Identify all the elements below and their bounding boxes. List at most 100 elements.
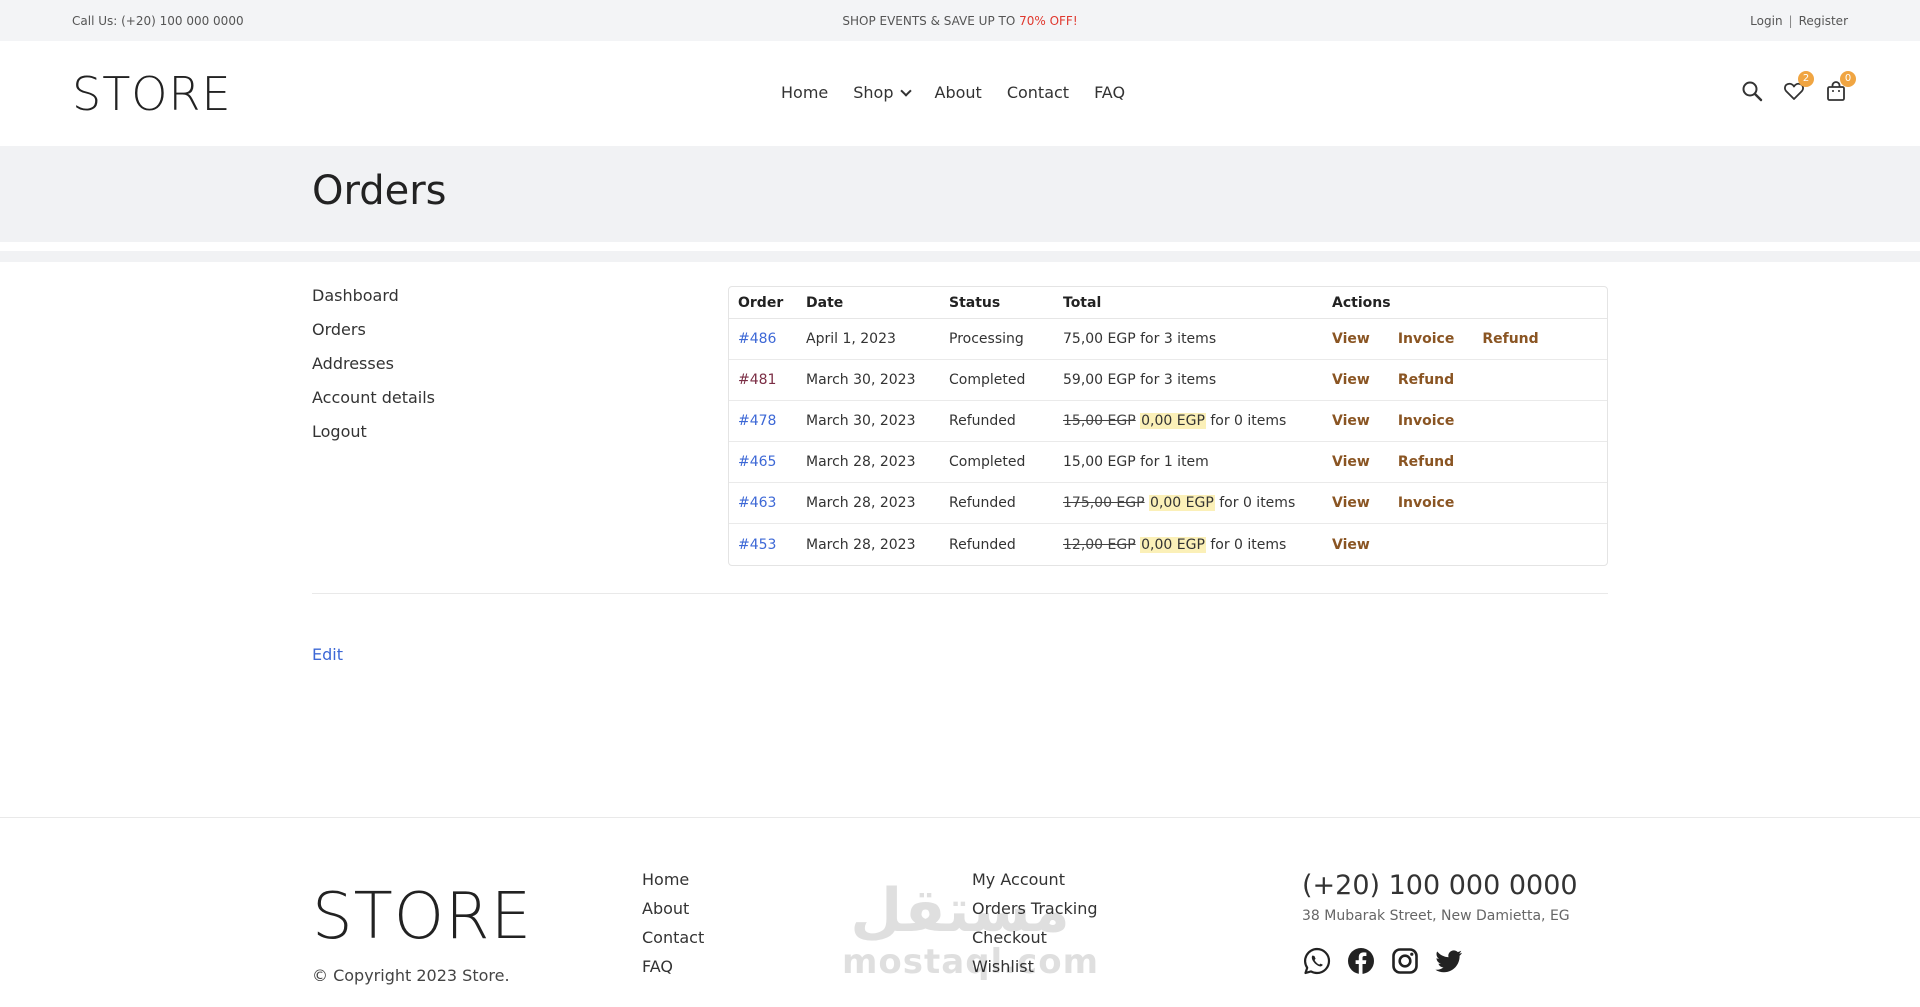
cart-button[interactable]: 0 bbox=[1824, 71, 1856, 103]
login-link[interactable]: Login bbox=[1750, 14, 1782, 28]
order-action-view-button[interactable]: View bbox=[1332, 537, 1370, 553]
order-action-invoice-button[interactable]: Invoice bbox=[1398, 495, 1455, 511]
orders-table-container: Order Date Status Total Actions #486 Apri… bbox=[728, 286, 1608, 566]
order-actions: View Refund bbox=[1323, 442, 1607, 483]
footer-link-orders-tracking[interactable]: Orders Tracking bbox=[972, 899, 1098, 918]
order-date: March 30, 2023 bbox=[797, 360, 940, 401]
instagram-icon[interactable] bbox=[1390, 946, 1420, 976]
promo-banner: SHOP EVENTS & SAVE UP TO 70% OFF! bbox=[0, 14, 1920, 28]
original-total: 12,00 EGP bbox=[1063, 536, 1136, 553]
item-count: for 1 item bbox=[1140, 454, 1209, 470]
order-number-link[interactable]: #481 bbox=[738, 372, 776, 388]
order-status: Completed bbox=[940, 360, 1054, 401]
order-action-invoice-button[interactable]: Invoice bbox=[1398, 331, 1455, 347]
top-bar: Call Us: (+20) 100 000 0000 SHOP EVENTS … bbox=[0, 0, 1920, 41]
footer-logo: STORE bbox=[312, 880, 532, 954]
order-action-refund-button[interactable]: Refund bbox=[1398, 372, 1454, 388]
order-actions: View Invoice Refund bbox=[1323, 319, 1607, 360]
order-total: 59,00 EGP for 3 items bbox=[1054, 360, 1323, 401]
footer-link-about[interactable]: About bbox=[642, 899, 689, 918]
order-total: 12,00 EGP 0,00 EGP for 0 items bbox=[1054, 524, 1323, 565]
order-total: 75,00 EGP for 3 items bbox=[1054, 319, 1323, 360]
account-nav-dashboard[interactable]: Dashboard bbox=[312, 286, 399, 305]
order-action-view-button[interactable]: View bbox=[1332, 454, 1370, 470]
order-action-view-button[interactable]: View bbox=[1332, 372, 1370, 388]
order-action-invoice-button[interactable]: Invoice bbox=[1398, 413, 1455, 429]
twitter-icon[interactable] bbox=[1434, 946, 1464, 976]
refunded-total: 0,00 EGP bbox=[1140, 413, 1206, 429]
order-number-link[interactable]: #478 bbox=[738, 413, 776, 429]
order-number-link[interactable]: #465 bbox=[738, 454, 776, 470]
order-status: Completed bbox=[940, 442, 1054, 483]
refunded-total: 0,00 EGP bbox=[1149, 495, 1215, 511]
footer-link-home[interactable]: Home bbox=[642, 870, 689, 889]
footer-phone: (+20) 100 000 0000 bbox=[1302, 870, 1578, 901]
nav-home[interactable]: Home bbox=[781, 83, 828, 102]
promo-text: SHOP EVENTS & SAVE UP TO bbox=[842, 14, 1020, 28]
footer-link-faq[interactable]: FAQ bbox=[642, 957, 673, 976]
order-total: 15,00 EGP 0,00 EGP for 0 items bbox=[1054, 401, 1323, 442]
search-icon[interactable] bbox=[1740, 79, 1764, 103]
orders-table: Order Date Status Total Actions #486 Apri… bbox=[729, 287, 1607, 565]
store-logo[interactable]: STORE bbox=[72, 67, 232, 121]
page-title: Orders bbox=[312, 168, 447, 214]
original-total: 15,00 EGP bbox=[1063, 413, 1136, 429]
main-nav: Home Shop About Contact FAQ bbox=[781, 83, 1125, 102]
table-row: #463 March 28, 2023 Refunded 175,00 EGP 0,0… bbox=[729, 483, 1607, 524]
order-date: March 28, 2023 bbox=[806, 536, 916, 553]
order-date: March 30, 2023 bbox=[797, 401, 940, 442]
order-number-link[interactable]: #453 bbox=[738, 537, 776, 553]
column-header-total: Total bbox=[1054, 287, 1323, 319]
register-link[interactable]: Register bbox=[1799, 14, 1848, 28]
order-action-refund-button[interactable]: Refund bbox=[1482, 331, 1538, 347]
wishlist-button[interactable]: 2 bbox=[1782, 71, 1814, 103]
table-row: #486 April 1, 2023 Processing 75,00 EGP for… bbox=[729, 319, 1607, 360]
site-header: STORE Home Shop About Contact FAQ 2 0 bbox=[0, 41, 1920, 146]
footer-link-contact[interactable]: Contact bbox=[642, 928, 704, 947]
order-actions: View bbox=[1323, 524, 1607, 565]
order-total: 175,00 EGP 0,00 EGP for 0 items bbox=[1054, 483, 1323, 524]
account-nav-logout[interactable]: Logout bbox=[312, 422, 367, 441]
nav-faq[interactable]: FAQ bbox=[1094, 83, 1125, 102]
order-action-view-button[interactable]: View bbox=[1332, 413, 1370, 429]
order-status: Refunded bbox=[940, 483, 1054, 524]
item-count: for 0 items bbox=[1219, 495, 1296, 511]
order-action-view-button[interactable]: View bbox=[1332, 495, 1370, 511]
order-date: March 28, 2023 bbox=[797, 442, 940, 483]
footer-link-checkout[interactable]: Checkout bbox=[972, 928, 1047, 947]
footer-link-wishlist[interactable]: Wishlist bbox=[972, 957, 1034, 976]
item-count: for 0 items bbox=[1210, 536, 1287, 553]
header-icons: 2 0 bbox=[1740, 71, 1856, 103]
original-total: 175,00 EGP bbox=[1063, 495, 1145, 511]
account-navigation: Dashboard Orders Addresses Account detai… bbox=[312, 286, 435, 456]
footer-links-account: My Account Orders Tracking Checkout Wish… bbox=[972, 870, 1098, 986]
order-actions: View Invoice bbox=[1323, 483, 1607, 524]
order-action-view-button[interactable]: View bbox=[1332, 331, 1370, 347]
account-nav-account-details[interactable]: Account details bbox=[312, 388, 435, 407]
total-amount: 75,00 EGP bbox=[1063, 331, 1136, 347]
nav-shop[interactable]: Shop bbox=[853, 83, 912, 102]
order-actions: View Invoice bbox=[1323, 401, 1607, 442]
nav-contact[interactable]: Contact bbox=[1007, 83, 1069, 102]
section-divider-band bbox=[0, 251, 1920, 262]
nav-shop-label: Shop bbox=[853, 83, 894, 102]
account-nav-addresses[interactable]: Addresses bbox=[312, 354, 394, 373]
order-number-link[interactable]: #463 bbox=[738, 495, 776, 511]
table-header-row: Order Date Status Total Actions bbox=[729, 287, 1607, 319]
cart-count-badge: 0 bbox=[1840, 71, 1856, 87]
whatsapp-icon[interactable] bbox=[1302, 946, 1332, 976]
account-nav-orders[interactable]: Orders bbox=[312, 320, 366, 339]
facebook-icon[interactable] bbox=[1346, 946, 1376, 976]
order-action-refund-button[interactable]: Refund bbox=[1398, 454, 1454, 470]
item-count: for 3 items bbox=[1140, 331, 1217, 347]
footer-link-my-account[interactable]: My Account bbox=[972, 870, 1065, 889]
nav-about[interactable]: About bbox=[935, 83, 982, 102]
order-number-link[interactable]: #486 bbox=[738, 331, 776, 347]
order-date: April 1, 2023 bbox=[797, 319, 940, 360]
total-amount: 15,00 EGP bbox=[1063, 454, 1136, 470]
order-status: Refunded bbox=[949, 536, 1016, 553]
item-count: for 3 items bbox=[1140, 372, 1217, 388]
order-total: 15,00 EGP for 1 item bbox=[1054, 442, 1323, 483]
footer-copyright: © Copyright 2023 Store. bbox=[312, 966, 510, 985]
edit-link[interactable]: Edit bbox=[312, 645, 343, 664]
